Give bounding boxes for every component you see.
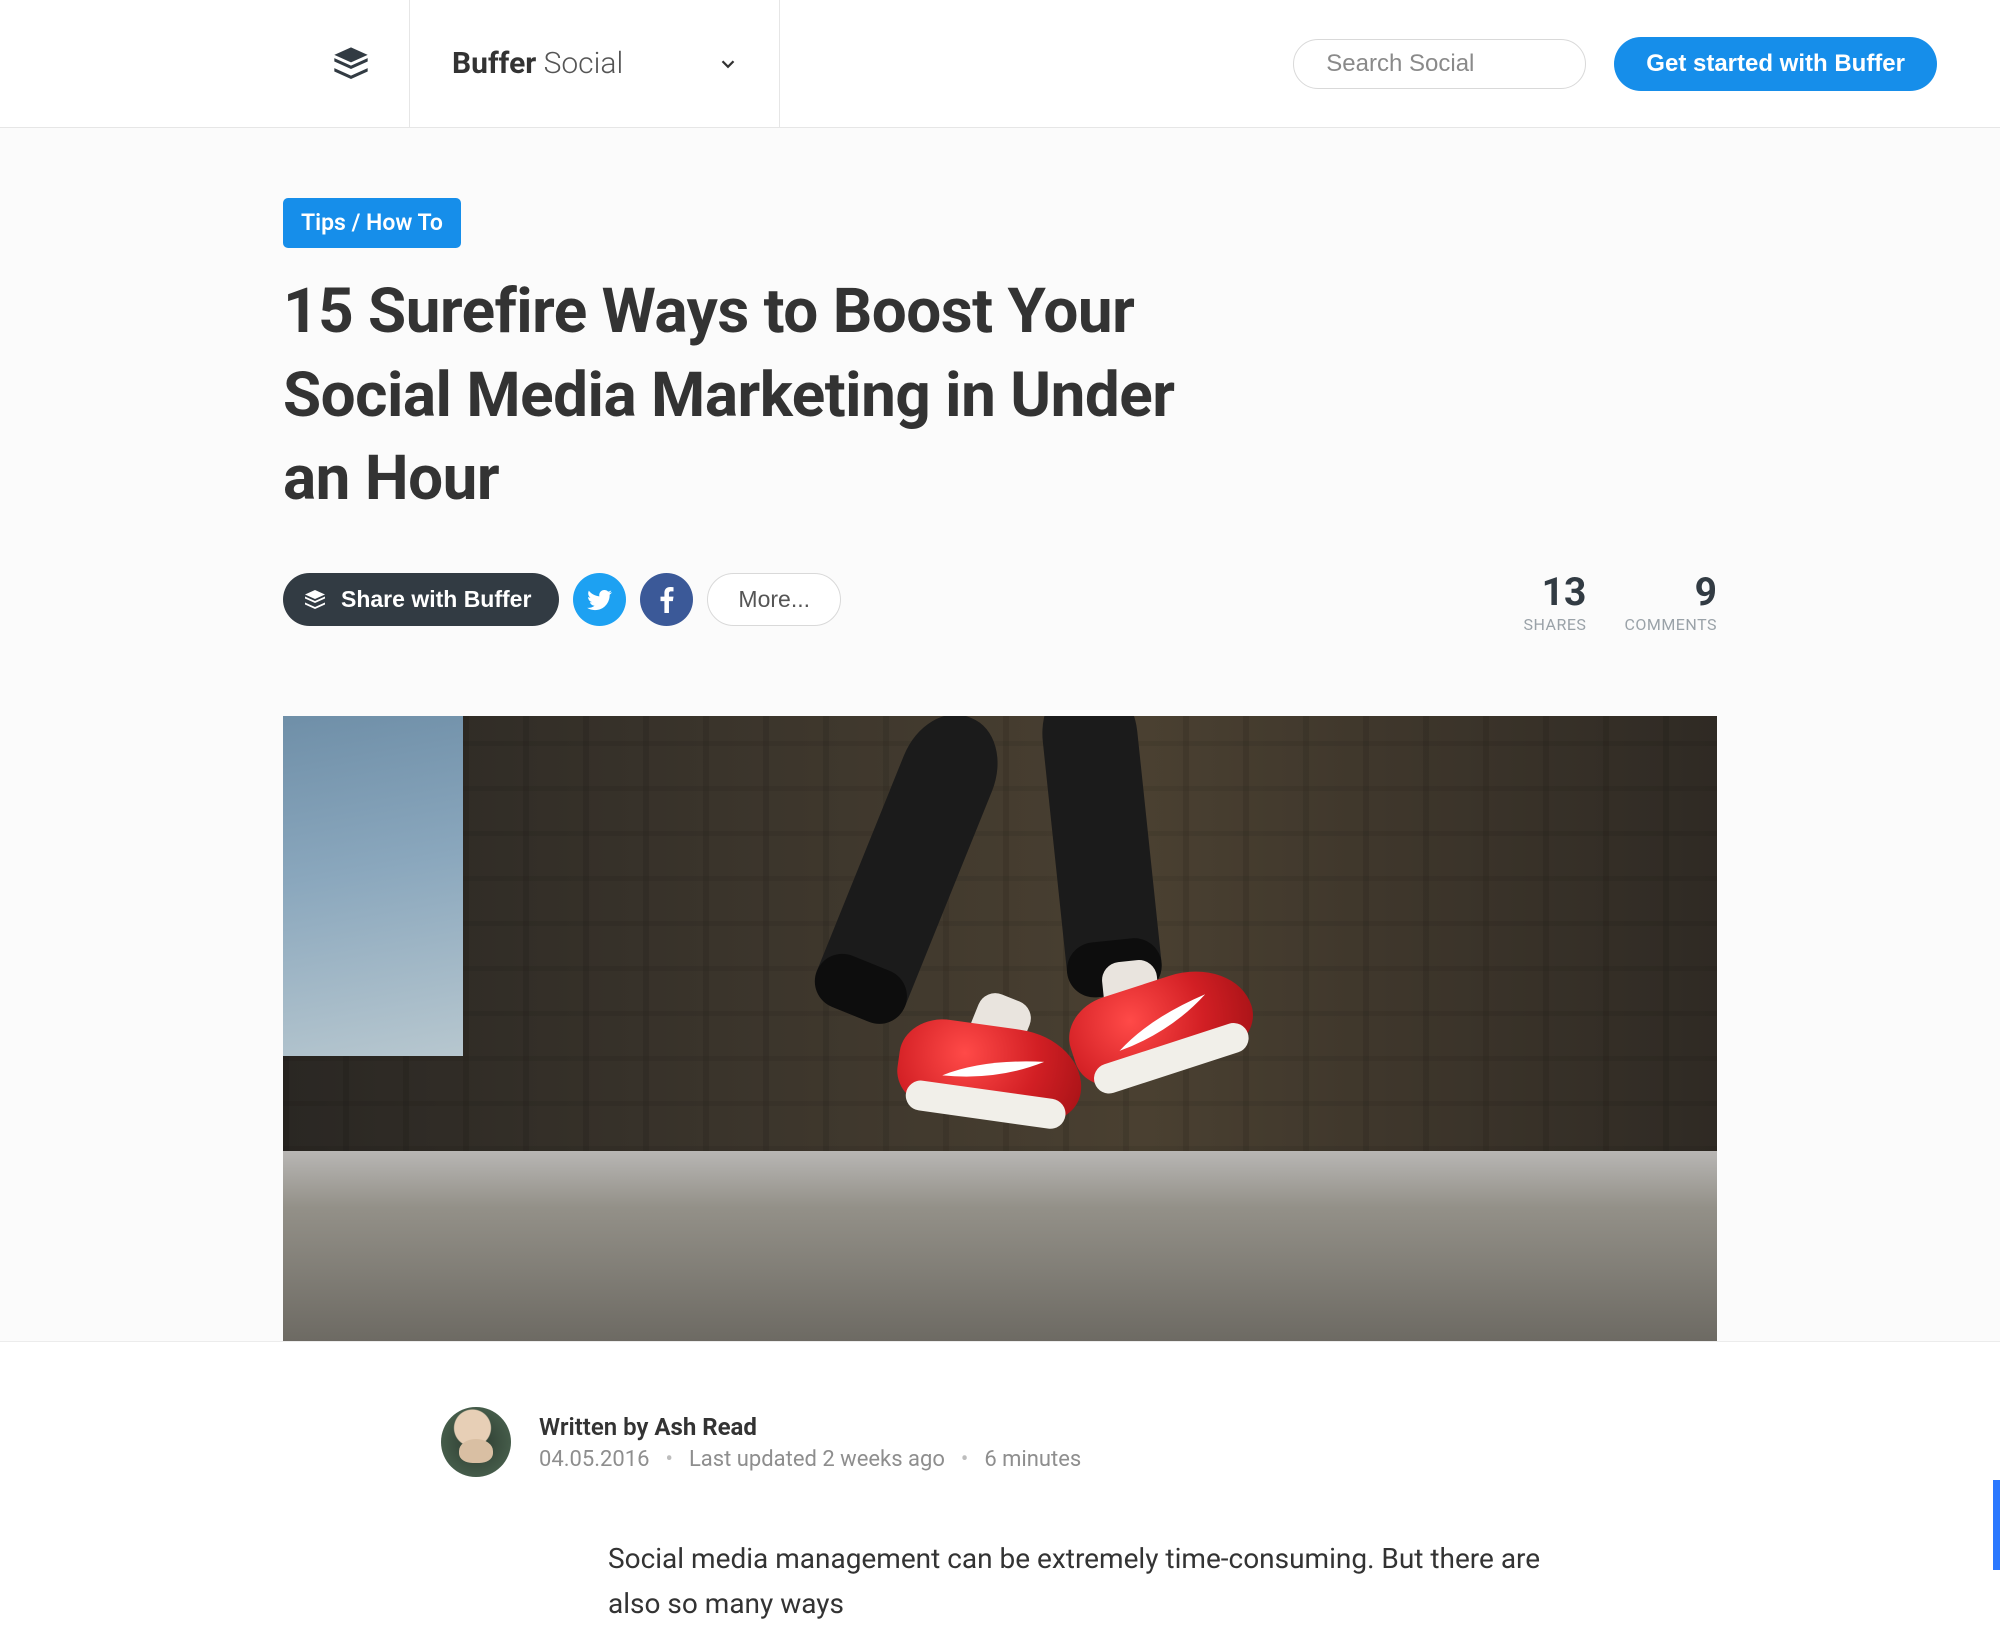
shares-count: 13 — [1523, 573, 1586, 612]
category-tag[interactable]: Tips / How To — [283, 198, 461, 248]
twitter-icon — [587, 587, 613, 613]
feature-image — [283, 716, 1717, 1341]
article-lead: Social media management can be extremely… — [450, 1537, 1550, 1627]
shares-label: SHARES — [1523, 615, 1586, 634]
share-facebook-button[interactable] — [640, 573, 693, 626]
top-nav: Buffer Social Get started with Buffer — [0, 0, 2000, 128]
share-row: Share with Buffer More... — [283, 573, 1717, 626]
facebook-icon — [660, 587, 674, 613]
article-date: 04.05.2016 — [539, 1447, 650, 1472]
article-readtime: 6 minutes — [984, 1447, 1081, 1472]
author-avatar[interactable] — [441, 1407, 511, 1477]
buffer-logo[interactable] — [293, 0, 410, 128]
accent-bar — [1993, 1480, 2000, 1570]
article-updated: Last updated 2 weeks ago — [689, 1447, 945, 1472]
article-meta: 04.05.2016 • Last updated 2 weeks ago • … — [539, 1447, 1081, 1472]
comments-count: 9 — [1624, 573, 1717, 612]
page: Buffer Social Get started with Buffer Ti… — [0, 0, 2000, 1636]
article-title: 15 Surefire Ways to Boost Your Social Me… — [283, 270, 1243, 521]
share-more-button[interactable]: More... — [707, 573, 841, 626]
comments-stat: 9 COMMENTS — [1624, 573, 1717, 634]
chevron-down-icon — [717, 53, 739, 75]
author-byline: Written by Ash Read 04.05.2016 • Last up… — [283, 1407, 1717, 1477]
search-input[interactable] — [1326, 50, 1636, 78]
share-twitter-button[interactable] — [573, 573, 626, 626]
search-box[interactable] — [1293, 39, 1586, 89]
cta-button[interactable]: Get started with Buffer — [1614, 37, 1937, 91]
share-button-label: Share with Buffer — [341, 586, 531, 613]
share-with-buffer-button[interactable]: Share with Buffer — [283, 573, 559, 626]
brand-text: Buffer Social — [452, 46, 623, 81]
buffer-logo-icon — [331, 44, 371, 84]
hero-section: Tips / How To 15 Surefire Ways to Boost … — [0, 128, 2000, 1342]
author-name-line: Written by Ash Read — [539, 1413, 1081, 1441]
comments-label: COMMENTS — [1624, 615, 1717, 634]
engagement-stats: 13 SHARES 9 COMMENTS — [1523, 573, 1717, 634]
shares-stat: 13 SHARES — [1523, 573, 1586, 634]
blog-switcher[interactable]: Buffer Social — [410, 0, 780, 128]
buffer-icon — [303, 588, 327, 612]
